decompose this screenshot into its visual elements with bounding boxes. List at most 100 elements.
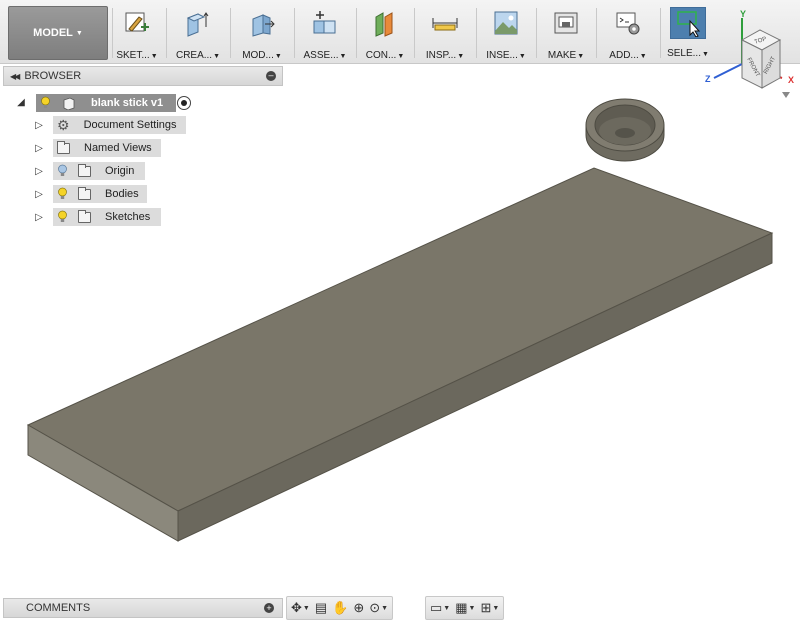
lightbulb-off-icon[interactable] (57, 164, 68, 178)
sketch-menu-button[interactable]: SKET...▼ (112, 4, 162, 62)
create-menu-label: CREA... (175, 50, 213, 61)
toolbar-divider (356, 8, 357, 58)
folder-icon (78, 163, 91, 177)
add-comment-icon[interactable]: + (264, 603, 274, 613)
create-box-icon (183, 8, 213, 38)
grid-icon: ▦ (455, 600, 468, 615)
toolbar-divider (476, 8, 477, 58)
toolbar-divider (230, 8, 231, 58)
fit-button[interactable]: ⊙ ▼ (369, 600, 388, 616)
tree-item-label: Named Views (84, 142, 152, 154)
bottom-bar: COMMENTS + ✥ ▼ ▤ ✋ ⊕ ⊙ ▼ ▭ ▼ ▦ ▼ ⊞ ▼ (0, 592, 800, 624)
hand-pan-icon: ✋ (332, 600, 349, 615)
comments-title: COMMENTS (26, 602, 91, 614)
toolbar: MODEL ▼ SKET...▼ CREA...▼ MOD...▼ ASSE..… (0, 0, 800, 64)
tree-item-document-settings[interactable]: ⚙ Document Settings (53, 116, 186, 134)
lightbulb-on-icon[interactable] (57, 187, 68, 201)
tree-item-label: Origin (105, 165, 135, 177)
tree-item-origin[interactable]: Origin (53, 162, 145, 180)
sketch-menu-label: SKET... (116, 50, 150, 61)
look-at-button[interactable]: ▤ (315, 600, 327, 616)
toolbar-divider (414, 8, 415, 58)
expand-triangle-icon[interactable]: ▷ (34, 211, 44, 223)
inspect-menu-button[interactable]: INSP...▼ (416, 4, 474, 62)
inspect-ruler-icon (430, 8, 460, 38)
expand-triangle-icon[interactable]: ▷ (34, 188, 44, 200)
lightbulb-on-icon[interactable] (40, 96, 51, 110)
activate-radio-icon[interactable] (177, 96, 191, 110)
viewports-button[interactable]: ⊞ ▼ (480, 600, 499, 616)
tree-item-sketches[interactable]: Sketches (53, 208, 161, 226)
make-printer-icon (551, 8, 581, 38)
make-menu-button[interactable]: MAKE▼ (540, 4, 592, 62)
zoom-window-icon: ⊙ (369, 600, 381, 615)
folder-icon (57, 140, 70, 154)
view-cube-menu-icon (782, 92, 790, 98)
minus-circle-icon[interactable]: – (266, 71, 276, 81)
lightbulb-on-icon[interactable] (57, 210, 68, 224)
component-box-icon (63, 97, 75, 110)
create-menu-button[interactable]: CREA...▼ (170, 4, 226, 62)
addins-menu-label: ADD... (609, 50, 639, 61)
browser-panel: ◀◀ BROWSER – (3, 66, 283, 86)
zoom-button[interactable]: ⊕ (353, 600, 364, 616)
navigation-toolbar: ✥ ▼ ▤ ✋ ⊕ ⊙ ▼ (286, 596, 394, 620)
make-menu-label: MAKE (547, 50, 577, 61)
folder-icon (78, 209, 91, 223)
axis-z-label: Z (705, 74, 711, 84)
addins-menu-button[interactable]: ADD...▼ (600, 4, 656, 62)
display-settings-button[interactable]: ▭ ▼ (430, 600, 450, 616)
inspect-menu-label: INSP... (425, 50, 457, 61)
modify-menu-label: MOD... (242, 50, 274, 61)
addins-icon (613, 8, 643, 38)
gear-icon: ⚙ (57, 116, 70, 133)
orbit-button[interactable]: ✥ ▼ (291, 600, 310, 616)
toolbar-divider (166, 8, 167, 58)
toolbar-divider (294, 8, 295, 58)
modify-icon (247, 8, 277, 38)
browser-title: BROWSER (24, 70, 82, 82)
collapse-panel-icon[interactable]: ◀◀ (10, 72, 20, 81)
model-boss-cylinder[interactable] (585, 98, 665, 162)
tree-root-component[interactable]: blank stick v1 (36, 94, 176, 112)
sketch-icon (122, 8, 152, 38)
monitor-icon: ▭ (430, 600, 443, 615)
grid-settings-button[interactable]: ▦ ▼ (455, 600, 475, 616)
insert-menu-label: INSE... (486, 50, 518, 61)
construct-icon (370, 8, 400, 38)
tree-item-label: Sketches (105, 211, 151, 223)
look-at-icon: ▤ (314, 600, 328, 615)
expand-triangle-icon[interactable]: ◢ (16, 96, 26, 108)
expand-triangle-icon[interactable]: ▷ (34, 165, 44, 177)
expand-triangle-icon[interactable]: ▷ (34, 142, 44, 154)
pan-button[interactable]: ✋ (332, 600, 348, 616)
orbit-icon: ✥ (291, 600, 302, 615)
zoom-magnifier-icon: ⊕ (353, 600, 365, 615)
folder-icon (78, 186, 91, 200)
modify-menu-button[interactable]: MOD...▼ (234, 4, 290, 62)
toolbar-divider (596, 8, 597, 58)
tree-root-label: blank stick v1 (91, 97, 164, 109)
tree-item-label: Document Settings (83, 119, 177, 131)
browser-header[interactable]: ◀◀ BROWSER – (3, 66, 283, 86)
insert-image-icon (491, 8, 521, 38)
construct-menu-button[interactable]: CON...▼ (358, 4, 412, 62)
assemble-icon (310, 8, 340, 38)
assemble-menu-label: ASSE... (303, 50, 339, 61)
tree-item-bodies[interactable]: Bodies (53, 185, 147, 203)
comments-panel-header[interactable]: COMMENTS + (3, 598, 283, 618)
display-toolbar: ▭ ▼ ▦ ▼ ⊞ ▼ (425, 596, 505, 620)
chevron-down-icon: ▼ (75, 29, 83, 37)
tree-item-named-views[interactable]: Named Views (53, 139, 161, 157)
view-cube[interactable]: TOP FRONT RIGHT Y X Z (700, 6, 800, 106)
axis-y-label: Y (740, 9, 746, 19)
axis-x-label: X (788, 75, 794, 85)
toolbar-divider (660, 8, 661, 58)
workspace-switcher-button[interactable]: MODEL ▼ (8, 6, 108, 60)
assemble-menu-button[interactable]: ASSE...▼ (296, 4, 354, 62)
construct-menu-label: CON... (365, 50, 397, 61)
workspace-label: MODEL (33, 27, 73, 39)
insert-menu-button[interactable]: INSE...▼ (478, 4, 534, 62)
viewports-icon: ⊞ (480, 600, 492, 615)
expand-triangle-icon[interactable]: ▷ (34, 119, 44, 131)
